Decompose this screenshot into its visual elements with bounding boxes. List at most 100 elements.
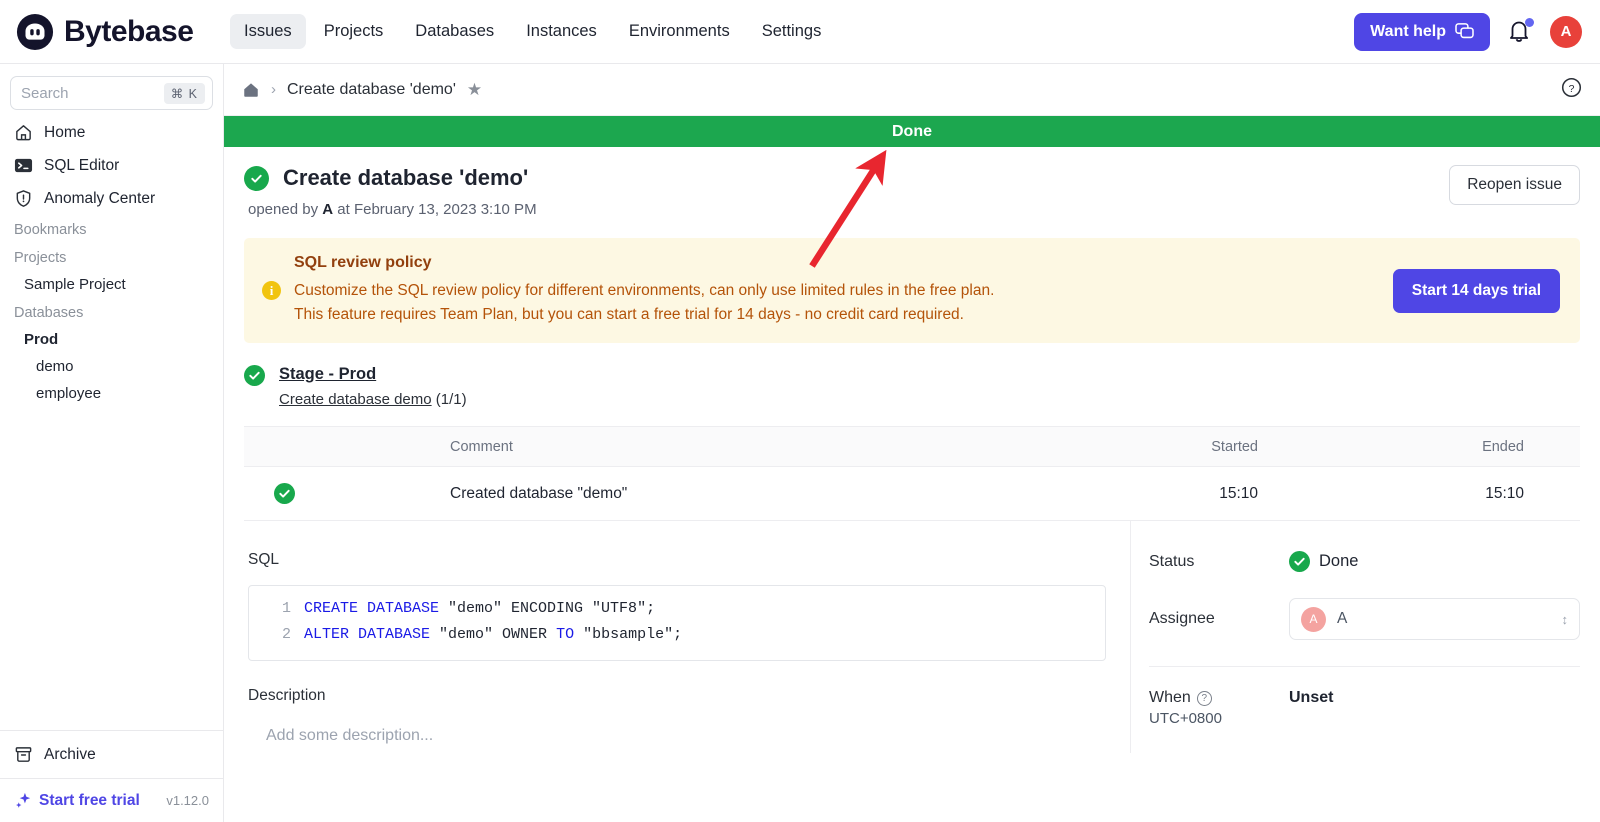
brand-logo[interactable]: Bytebase (0, 13, 216, 51)
status-banner: Done (224, 116, 1600, 147)
status-badge: Done (1289, 551, 1359, 573)
opened-middle: at (337, 201, 350, 218)
top-navigation-bar: Bytebase Issues Projects Databases Insta… (0, 0, 1600, 64)
sidebar-label-anomaly-center: Anomaly Center (44, 189, 156, 207)
assignee-select[interactable]: A A ↕ (1289, 598, 1580, 641)
want-help-label: Want help (1370, 22, 1446, 40)
when-label: When (1149, 689, 1191, 707)
app-root: Bytebase Issues Projects Databases Insta… (0, 0, 1600, 822)
row-comment: Created database "demo" (450, 484, 628, 502)
svg-text:?: ? (1569, 82, 1575, 94)
app-version: v1.12.0 (166, 793, 209, 808)
column-header-comment: Comment (450, 438, 513, 455)
sidebar-label-home: Home (44, 123, 86, 141)
sidebar-section-bookmarks: Bookmarks (14, 222, 87, 238)
status-field: Status Done (1149, 551, 1580, 573)
main-nav: Issues Projects Databases Instances Envi… (230, 14, 835, 49)
nav-item-environments[interactable]: Environments (615, 14, 744, 49)
notice-line-2: This feature requires Team Plan, but you… (294, 306, 964, 324)
sidebar-item-prod[interactable]: Prod (0, 326, 223, 353)
opened-prefix: opened by (248, 201, 319, 218)
nav-item-projects[interactable]: Projects (310, 14, 398, 49)
assignee-label: Assignee (1149, 610, 1215, 628)
sql-keyword: TO (556, 626, 575, 644)
details-divider (1149, 666, 1580, 668)
line-number: 2 (281, 626, 291, 644)
search-input[interactable]: Search ⌘ K (10, 76, 213, 110)
description-input[interactable]: Add some description... (248, 727, 1106, 745)
home-icon (16, 125, 31, 141)
sql-text: "demo" ENCODING "UTF8"; (439, 600, 656, 618)
nav-item-instances[interactable]: Instances (512, 14, 611, 49)
when-field: When ? UTC+0800 Unset (1149, 689, 1580, 727)
table-header-row: Comment Started Ended (244, 427, 1580, 468)
search-placeholder: Search (21, 84, 69, 102)
table-row[interactable]: Created database "demo" 15:10 15:10 (244, 467, 1580, 522)
user-avatar[interactable]: A (1550, 15, 1582, 48)
main-content: › Create database 'demo' ★ ? Done Create… (224, 64, 1600, 822)
code-line: 1 CREATE DATABASE "demo" ENCODING "UTF8"… (249, 596, 1105, 622)
breadcrumb-current: Create database 'demo' (287, 80, 456, 98)
sql-text: "bbsample"; (574, 626, 683, 644)
sql-code-block[interactable]: 1 CREATE DATABASE "demo" ENCODING "UTF8"… (248, 585, 1106, 662)
sql-keyword: CREATE DATABASE (304, 600, 440, 618)
star-icon[interactable]: ★ (467, 80, 482, 100)
sidebar-start-free-trial[interactable]: Start free trial v1.12.0 (0, 778, 223, 822)
want-help-button[interactable]: Want help (1354, 12, 1490, 51)
info-icon: i (262, 281, 281, 301)
status-check-icon (1289, 551, 1310, 573)
chevron-updown-icon: ↕ (1561, 611, 1569, 627)
chat-bubble-icon (1455, 23, 1474, 39)
top-bar-actions: Want help A (1354, 12, 1600, 51)
status-label: Status (1149, 552, 1195, 570)
sidebar-item-archive[interactable]: Archive (0, 731, 223, 778)
reopen-issue-button[interactable]: Reopen issue (1449, 165, 1580, 205)
nav-item-settings[interactable]: Settings (748, 14, 836, 49)
sidebar-item-employee[interactable]: employee (0, 380, 223, 407)
status-value: Done (1319, 552, 1359, 571)
home-icon[interactable] (242, 81, 260, 99)
search-shortcut-badge: ⌘ K (163, 82, 205, 104)
column-header-ended: Ended (1482, 438, 1524, 455)
assignee-field: Assignee A A ↕ (1149, 598, 1580, 641)
sidebar-footer: Archive (0, 730, 223, 778)
notice-title: SQL review policy (294, 254, 432, 271)
sidebar-item-sql-editor[interactable]: SQL Editor (0, 149, 223, 182)
question-circle-icon[interactable]: ? (1196, 690, 1212, 706)
sidebar-item-demo[interactable]: demo (0, 353, 223, 380)
stage-task-name[interactable]: Create database demo (279, 391, 432, 408)
sql-and-description-panel: SQL 1 CREATE DATABASE "demo" ENCODING "U… (224, 521, 1130, 753)
row-started: 15:10 (1219, 484, 1258, 502)
when-timezone: UTC+0800 (1149, 710, 1222, 728)
sidebar-item-sample-project[interactable]: Sample Project (0, 271, 223, 298)
issue-header: Create database 'demo' opened by A at Fe… (224, 147, 1600, 218)
sidebar-section-projects: Projects (14, 250, 67, 266)
question-circle-icon: ? (1561, 77, 1582, 97)
stage-status-check-icon (244, 365, 265, 387)
sql-label: SQL (248, 551, 280, 569)
when-value: Unset (1289, 689, 1334, 707)
line-number: 1 (281, 600, 291, 618)
description-label: Description (248, 687, 326, 705)
trial-label: Start free trial (39, 791, 140, 809)
assignee-name: A (1337, 610, 1348, 628)
sql-keyword: ALTER DATABASE (304, 626, 431, 644)
row-status-icon (244, 483, 324, 505)
nav-item-issues[interactable]: Issues (230, 14, 306, 49)
shield-icon (16, 190, 31, 207)
sql-review-policy-notice: i SQL review policy Customize the SQL re… (244, 238, 1580, 344)
issue-title-row: Create database 'demo' (244, 165, 1449, 191)
lower-section: SQL 1 CREATE DATABASE "demo" ENCODING "U… (224, 521, 1600, 754)
sidebar-item-anomaly-center[interactable]: Anomaly Center (0, 182, 223, 215)
stage-name[interactable]: Stage - Prod (279, 365, 467, 384)
notice-line-1: Customize the SQL review policy for diff… (294, 282, 995, 299)
archive-icon (15, 747, 32, 762)
stage-section: Stage - Prod Create database demo (1/1) (224, 343, 1600, 408)
notifications-button[interactable] (1508, 17, 1534, 45)
start-trial-button[interactable]: Start 14 days trial (1392, 268, 1560, 313)
sidebar-item-home[interactable]: Home (0, 116, 223, 149)
help-button[interactable]: ? (1561, 77, 1582, 103)
stage-task-count: (1/1) (435, 391, 467, 409)
body-container: Search ⌘ K Home SQL Editor Anomaly Cente… (0, 64, 1600, 822)
nav-item-databases[interactable]: Databases (401, 14, 508, 49)
